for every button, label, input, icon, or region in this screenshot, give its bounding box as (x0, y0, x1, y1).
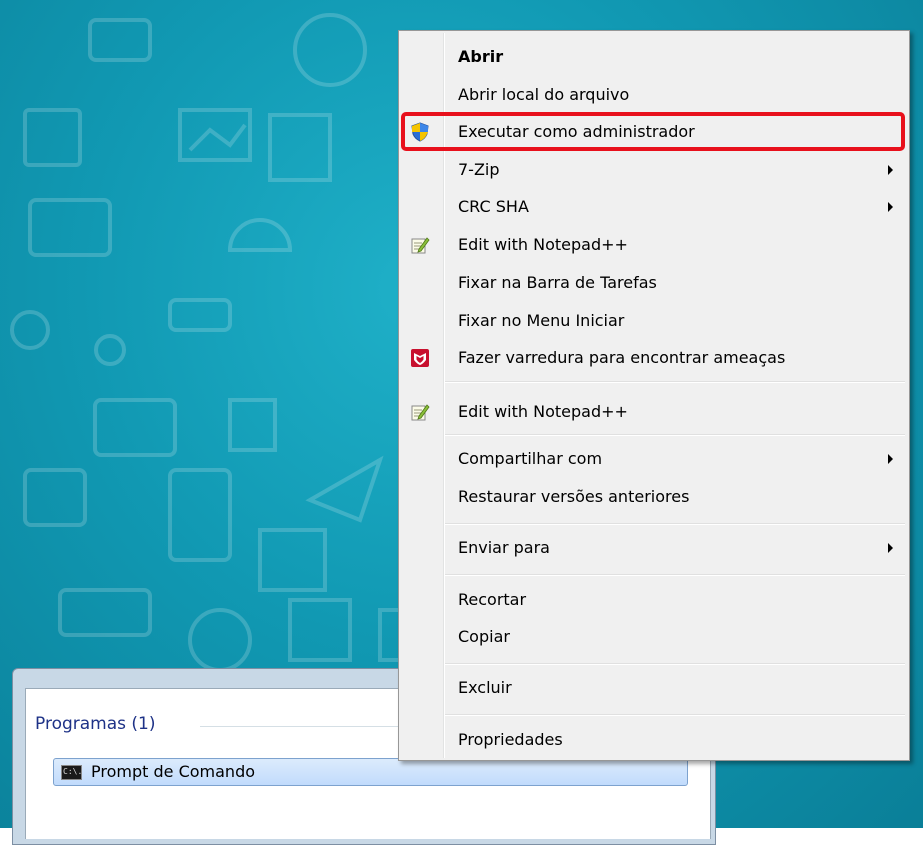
menu-item-label: CRC SHA (458, 197, 529, 216)
menu-separator (445, 434, 905, 436)
menu-item-label: Compartilhar com (458, 449, 603, 468)
menu-item-label: Edit with Notepad++ (458, 235, 628, 254)
menu-separator (445, 714, 905, 716)
menu-item-edit-notepadpp-2[interactable]: Edit with Notepad++ (401, 395, 907, 429)
menu-item-crc-sha[interactable]: CRC SHA (401, 190, 907, 224)
highlight-box (401, 112, 905, 151)
menu-separator (445, 523, 905, 525)
menu-item-label: Fazer varredura para encontrar ameaças (458, 348, 786, 367)
notepad-plus-plus-icon (411, 404, 430, 421)
menu-item-copiar[interactable]: Copiar (401, 620, 907, 654)
menu-item-recortar[interactable]: Recortar (401, 583, 907, 617)
menu-separator (445, 381, 905, 383)
menu-item-propriedades[interactable]: Propriedades (401, 723, 907, 757)
menu-item-enviar-para[interactable]: Enviar para (401, 531, 907, 565)
menu-item-excluir[interactable]: Excluir (401, 671, 907, 705)
menu-item-label: Fixar na Barra de Tarefas (458, 273, 657, 292)
menu-item-varredura-ameacas[interactable]: Fazer varredura para encontrar ameaças (401, 341, 907, 375)
menu-item-label: Copiar (458, 627, 510, 646)
menu-item-label: Abrir (458, 47, 504, 66)
submenu-arrow-icon (888, 454, 893, 464)
submenu-arrow-icon (888, 165, 893, 175)
menu-item-label: Recortar (458, 590, 527, 609)
menu-item-edit-notepadpp[interactable]: Edit with Notepad++ (401, 228, 907, 262)
menu-item-label: Enviar para (458, 538, 550, 557)
menu-item-7zip[interactable]: 7-Zip (401, 153, 907, 187)
command-prompt-icon: C:\. (61, 765, 82, 780)
result-item-label: Prompt de Comando (91, 762, 256, 781)
menu-item-compartilhar-com[interactable]: Compartilhar com (401, 442, 907, 476)
menu-item-label: Excluir (458, 678, 512, 697)
menu-separator (445, 663, 905, 665)
menu-item-abrir-local[interactable]: Abrir local do arquivo (401, 78, 907, 112)
submenu-arrow-icon (888, 543, 893, 553)
result-item-command-prompt[interactable]: C:\. Prompt de Comando (53, 758, 688, 786)
submenu-arrow-icon (888, 202, 893, 212)
menu-item-label: Abrir local do arquivo (458, 85, 630, 104)
menu-item-fixar-menu-iniciar[interactable]: Fixar no Menu Iniciar (401, 304, 907, 338)
menu-item-abrir[interactable]: Abrir (401, 40, 907, 74)
menu-item-label: Edit with Notepad++ (458, 402, 628, 421)
menu-separator (445, 574, 905, 576)
menu-item-label: Fixar no Menu Iniciar (458, 311, 625, 330)
mcafee-icon (411, 349, 429, 367)
menu-item-label: Restaurar versões anteriores (458, 487, 690, 506)
notepad-plus-plus-icon (411, 237, 430, 254)
menu-item-label: 7-Zip (458, 160, 500, 179)
menu-item-fixar-barra-tarefas[interactable]: Fixar na Barra de Tarefas (401, 266, 907, 300)
programs-group-header: Programas (1) (35, 714, 156, 734)
menu-item-label: Propriedades (458, 730, 563, 749)
menu-item-restaurar-versoes[interactable]: Restaurar versões anteriores (401, 480, 907, 514)
